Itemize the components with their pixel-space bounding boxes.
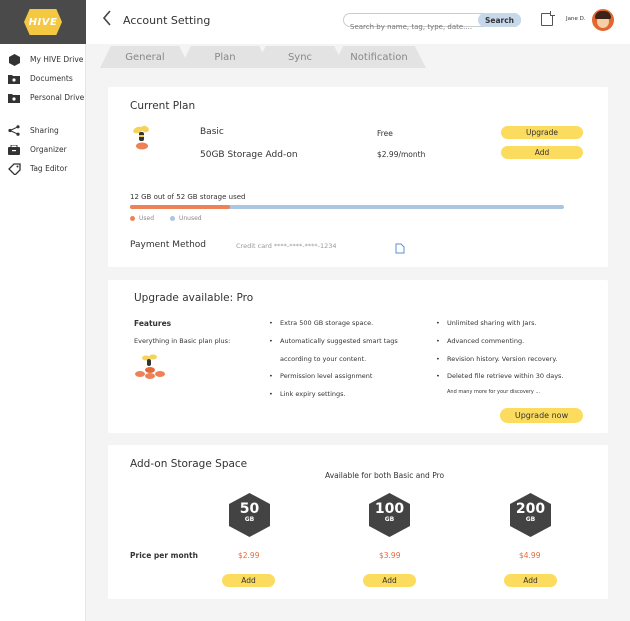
feature-item: Revision history. Version recovery. [436,355,557,363]
addon-subtitle: Available for both Basic and Pro [325,471,445,480]
payment-method-value: Credit card ****-****-****-1234 [236,242,337,250]
plan-name-basic: Basic [200,127,224,137]
unused-dot-icon [169,216,175,221]
sidebar: HIVE My HIVE Drive Documents Personal Dr… [0,0,86,621]
bees-hive-icon [134,352,170,388]
used-dot-icon [130,216,135,221]
features-label: Features [134,319,172,328]
addon-price-50: $2.99 [238,551,260,560]
add-storage-button[interactable]: Add [501,146,583,159]
payment-method-label: Payment Method [130,240,207,250]
sidebar-item-documents[interactable]: Documents [0,69,85,88]
hive-logo: HIVE [24,9,62,35]
add-50gb-button[interactable]: Add [222,574,275,587]
bee-icon [130,124,154,156]
legend-unused-label: Unused [178,215,202,222]
plan-price-basic: Free [377,129,393,138]
storage-used-fill [130,205,230,209]
addon-unit-label: GB [244,516,255,523]
upgrade-now-button[interactable]: Upgrade now [500,408,583,423]
addon-title: Add-on Storage Space [130,458,248,470]
sidebar-item-personal-drive[interactable]: Personal Drive [0,88,85,107]
sidebar-item-label: Documents [30,74,73,83]
search-button[interactable]: Search [478,13,521,27]
addon-size-label: 50 [239,501,260,517]
storage-usage-text: 12 GB out of 52 GB storage used [130,193,246,201]
folder-icon [7,91,21,105]
more-features-text: And many more for your discovery ... [447,389,541,395]
feature-item: Permission level assignment [269,372,372,380]
storage-100gb-icon: 100 GB [369,493,410,537]
edit-payment-icon[interactable] [395,239,405,258]
sidebar-item-label: My HIVE Drive [30,55,84,64]
storage-50gb-icon: 50 GB [229,493,270,537]
tab-sync[interactable]: Sync [255,46,345,68]
sidebar-item-my-hive-drive[interactable]: My HIVE Drive [0,50,85,69]
current-plan-card: Current Plan Basic Free Upgrade 50GB Sto… [108,87,608,267]
legend-used-label: Used [139,215,155,222]
addon-size-label: 200 [515,501,546,517]
sidebar-item-label: Personal Drive [30,93,85,102]
feature-item-continued: according to your content. [280,355,367,363]
user-name[interactable]: Jane D. [566,16,586,22]
back-arrow-icon[interactable] [102,10,112,31]
sidebar-item-sharing[interactable]: Sharing [0,121,85,140]
feature-item: Extra 500 GB storage space. [269,319,373,327]
addon-price-200: $4.99 [519,551,541,560]
plan-price-addon: $2.99/month [377,150,426,159]
tab-bar: General Plan Sync Notification [100,46,440,68]
features-subtitle: Everything in Basic plan plus: [134,337,231,345]
plan-name-addon: 50GB Storage Add-on [200,150,298,160]
sidebar-item-organizer[interactable]: Organizer [0,140,85,159]
tab-general[interactable]: General [100,46,190,68]
add-100gb-button[interactable]: Add [363,574,416,587]
search-input[interactable] [344,21,474,33]
page-title: Account Setting [123,14,211,27]
avatar[interactable] [592,9,614,31]
tab-plan[interactable]: Plan [180,46,270,68]
hexagon-icon [7,53,21,67]
tab-notification[interactable]: Notification [332,46,426,68]
tag-icon [7,162,21,176]
notification-icon[interactable] [541,11,555,26]
feature-item: Advanced commenting. [436,337,524,345]
upgrade-title: Upgrade available: Pro [134,292,254,304]
storage-legend: Used Unused [130,215,202,222]
sidebar-item-label: Sharing [30,126,59,135]
addon-price-100: $3.99 [379,551,401,560]
sidebar-item-tag-editor[interactable]: Tag Editor [0,159,85,178]
addon-size-label: 100 [374,501,405,517]
feature-item: Link expiry settings. [269,390,346,398]
current-plan-title: Current Plan [130,100,196,112]
folder-icon [7,72,21,86]
add-200gb-button[interactable]: Add [504,574,557,587]
logo-area[interactable]: HIVE [0,0,86,44]
upgrade-card: Upgrade available: Pro Features Everythi… [108,280,608,433]
feature-item: Deleted file retrieve within 30 days. [436,372,564,380]
share-icon [7,124,21,138]
addon-storage-card: Add-on Storage Space Available for both … [108,445,608,599]
addon-unit-label: GB [384,516,395,523]
search-bar: Search [343,13,521,33]
price-per-month-label: Price per month [130,551,198,560]
storage-200gb-icon: 200 GB [510,493,551,537]
upgrade-button[interactable]: Upgrade [501,126,583,139]
addon-unit-label: GB [525,516,536,523]
feature-item: Unlimited sharing with Jars. [436,319,537,327]
sidebar-item-label: Tag Editor [30,164,68,173]
header: Account Setting Search Jane D. [86,0,630,44]
feature-item: Automatically suggested smart tags [269,337,398,345]
storage-progress-bar [130,205,564,209]
organizer-icon [7,143,21,157]
sidebar-item-label: Organizer [30,145,67,154]
